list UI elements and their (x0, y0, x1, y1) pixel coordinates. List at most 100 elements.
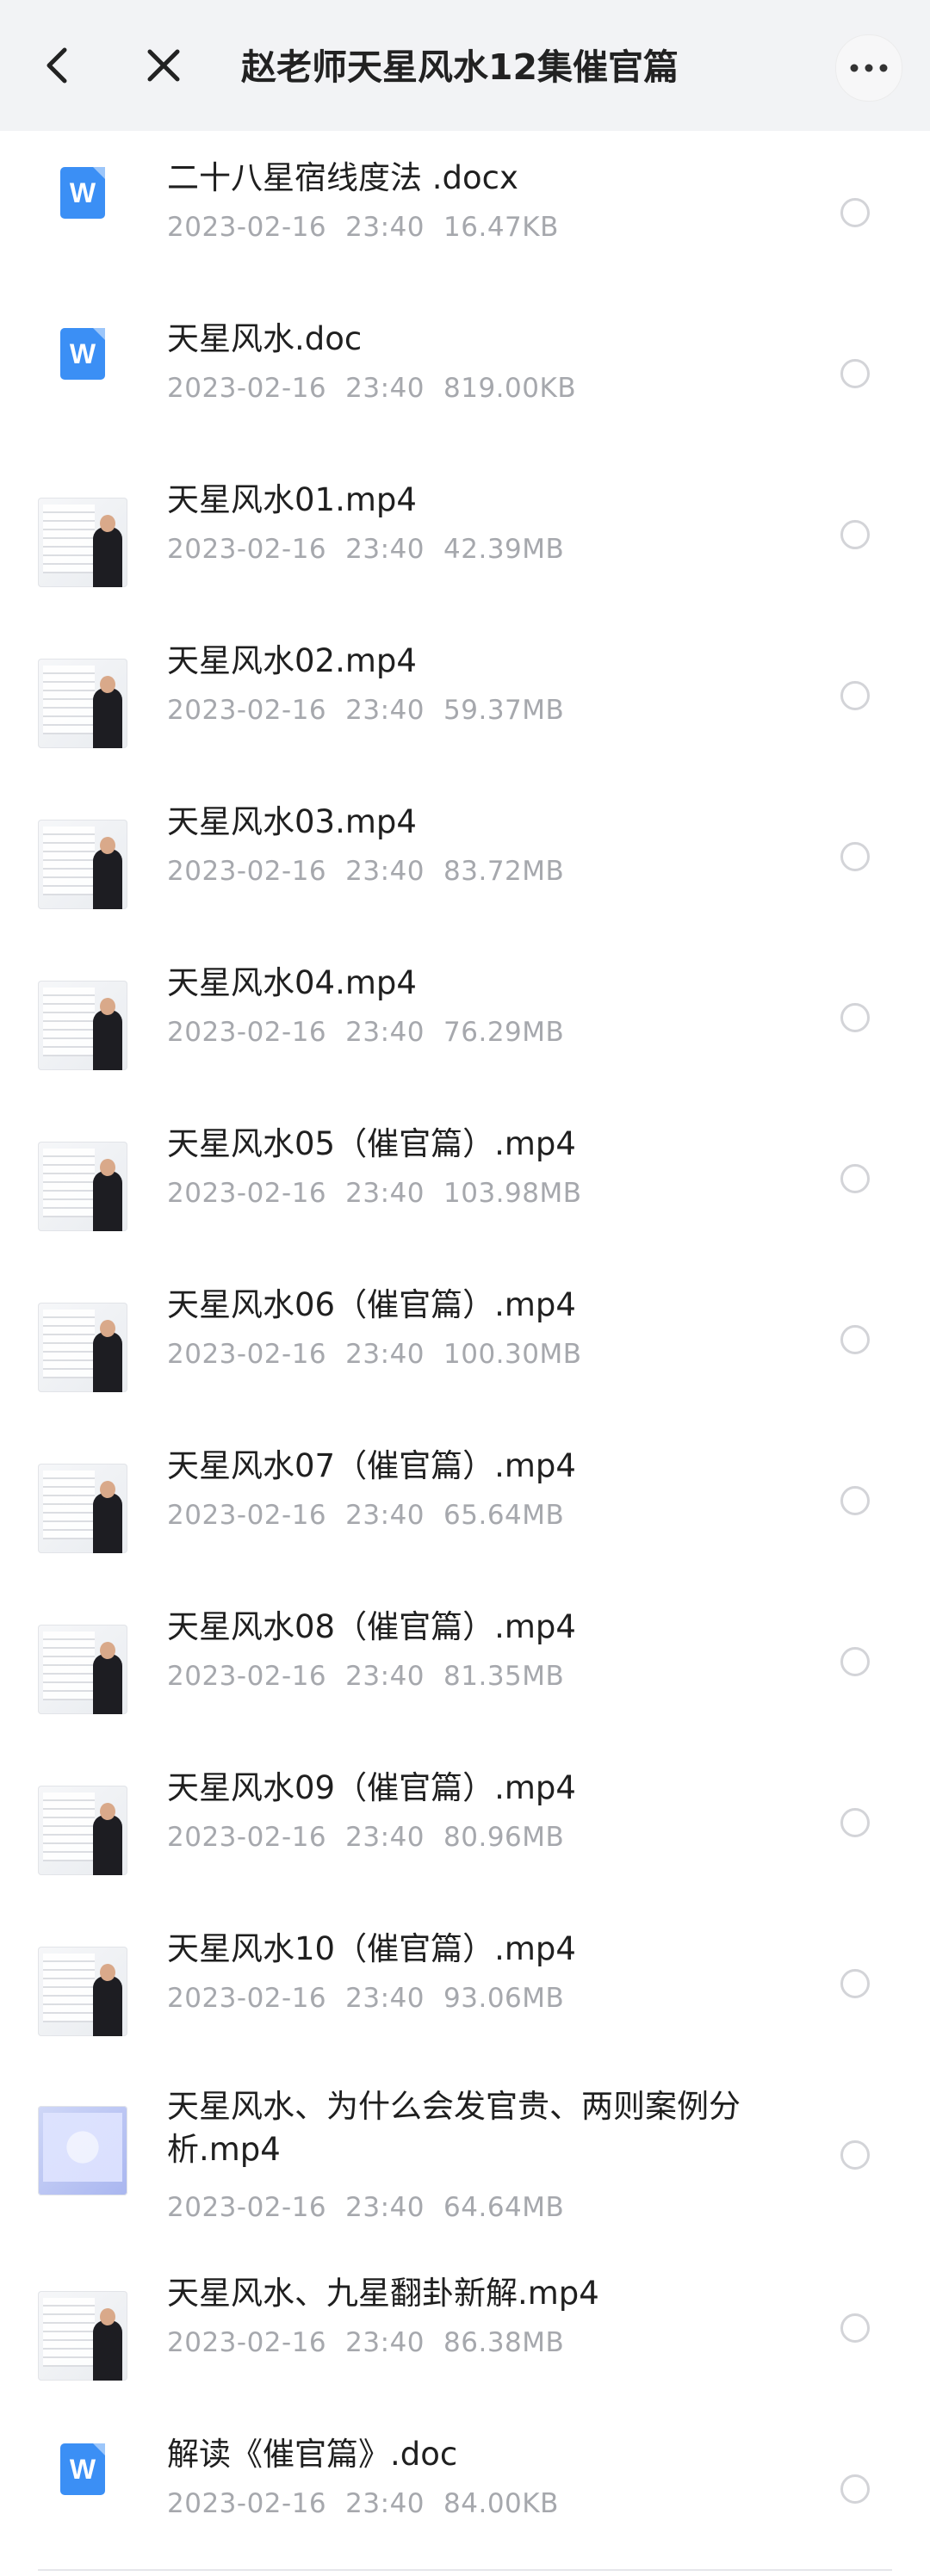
video-thumbnail (38, 659, 127, 748)
select-radio[interactable] (840, 1486, 870, 1515)
file-meta: 2023-02-16 23:40 83.72MB (167, 854, 564, 889)
select-radio[interactable] (840, 681, 870, 710)
file-name: 解读《催官篇》.doc (167, 2436, 458, 2473)
video-thumbnail (38, 498, 127, 587)
select-radio[interactable] (840, 842, 870, 871)
select-radio[interactable] (840, 520, 870, 549)
file-meta: 2023-02-16 23:40 42.39MB (167, 532, 564, 567)
file-date: 2023-02-16 (167, 2192, 327, 2223)
file-name: 天星风水05（催官篇）.mp4 (167, 1125, 576, 1162)
video-thumbnail (38, 981, 127, 1070)
select-radio[interactable] (840, 1647, 870, 1676)
file-size: 819.00KB (443, 373, 577, 404)
select-radio[interactable] (840, 359, 870, 388)
file-size: 76.29MB (443, 1017, 565, 1048)
close-icon (147, 49, 180, 82)
file-meta: 2023-02-16 23:40 819.00KB (167, 371, 576, 406)
file-row[interactable]: 天星风水07（催官篇）.mp4 2023-02-16 23:40 65.64MB (0, 1419, 930, 1580)
file-meta: 2023-02-16 23:40 103.98MB (167, 1176, 582, 1211)
file-name: 天星风水08（催官篇）.mp4 (167, 1608, 576, 1645)
file-row[interactable]: 天星风水、九星翻卦新解.mp4 2023-02-16 23:40 86.38MB (0, 2246, 930, 2407)
video-thumbnail (38, 1625, 127, 1714)
file-list: W 二十八星宿线度法 .docx 2023-02-16 23:40 16.47KB W 天星… (0, 131, 930, 2568)
file-row[interactable]: 天星风水09（催官篇）.mp4 2023-02-16 23:40 80.96MB (0, 1741, 930, 1902)
file-size: 100.30MB (443, 1339, 582, 1370)
video-thumbnail (38, 1142, 127, 1231)
file-row[interactable]: 天星风水10（催官篇）.mp4 2023-02-16 23:40 93.06MB (0, 1902, 930, 2063)
file-name: 天星风水、九星翻卦新解.mp4 (167, 2275, 599, 2312)
file-size: 16.47KB (443, 212, 559, 243)
file-row[interactable]: 天星风水06（催官篇）.mp4 2023-02-16 23:40 100.30MB (0, 1258, 930, 1419)
video-thumbnail (38, 820, 127, 909)
file-row[interactable]: W 二十八星宿线度法 .docx 2023-02-16 23:40 16.47KB (0, 131, 930, 292)
file-size: 42.39MB (443, 534, 565, 565)
file-date: 2023-02-16 (167, 1339, 327, 1370)
file-meta: 2023-02-16 23:40 65.64MB (167, 1498, 564, 1533)
word-doc-icon: W (38, 2424, 127, 2514)
file-size: 81.35MB (443, 1661, 565, 1692)
file-time: 23:40 (345, 1983, 425, 2014)
file-name: 天星风水01.mp4 (167, 481, 417, 518)
select-radio[interactable] (840, 1969, 870, 1998)
word-doc-icon: W (38, 309, 127, 399)
file-meta: 2023-02-16 23:40 16.47KB (167, 210, 559, 245)
file-meta: 2023-02-16 23:40 80.96MB (167, 1820, 564, 1855)
file-row[interactable]: 天星风水03.mp4 2023-02-16 23:40 83.72MB (0, 775, 930, 936)
page-title: 赵老师天星风水12集催官篇 (241, 46, 679, 88)
file-name: 天星风水、为什么会发官贵、两则案例分析.mp4 (167, 2088, 741, 2168)
file-row[interactable]: 天星风水08（催官篇）.mp4 2023-02-16 23:40 81.35MB (0, 1580, 930, 1741)
select-radio[interactable] (840, 1003, 870, 1032)
top-bar: 赵老师天星风水12集催官篇 (0, 0, 930, 131)
file-row[interactable]: 天星风水05（催官篇）.mp4 2023-02-16 23:40 103.98MB (0, 1097, 930, 1258)
video-thumbnail (38, 1464, 127, 1553)
file-date: 2023-02-16 (167, 212, 327, 243)
file-date: 2023-02-16 (167, 856, 327, 887)
file-row[interactable]: 天星风水、为什么会发官贵、两则案例分析.mp4 2023-02-16 23:40 64… (0, 2063, 930, 2246)
file-size: 84.00KB (443, 2488, 559, 2519)
file-size: 86.38MB (443, 2327, 565, 2358)
file-row[interactable]: W 天星风水.doc 2023-02-16 23:40 819.00KB (0, 292, 930, 453)
chevron-left-icon (46, 47, 67, 84)
select-radio[interactable] (840, 198, 870, 227)
file-date: 2023-02-16 (167, 2327, 327, 2358)
file-meta: 2023-02-16 23:40 64.64MB (167, 2190, 564, 2225)
select-radio[interactable] (840, 2474, 870, 2504)
file-meta: 2023-02-16 23:40 100.30MB (167, 1337, 582, 1372)
file-name: 天星风水10（催官篇）.mp4 (167, 1930, 576, 1967)
file-size: 64.64MB (443, 2192, 565, 2223)
file-row[interactable]: W 解读《催官篇》.doc 2023-02-16 23:40 84.00KB (0, 2407, 930, 2568)
file-size: 103.98MB (443, 1178, 582, 1209)
file-name: 天星风水02.mp4 (167, 642, 417, 679)
file-time: 23:40 (345, 2192, 425, 2223)
select-radio[interactable] (840, 1164, 870, 1193)
file-name: 二十八星宿线度法 .docx (167, 159, 518, 196)
file-time: 23:40 (345, 534, 425, 565)
select-radio[interactable] (840, 2313, 870, 2343)
file-date: 2023-02-16 (167, 1500, 327, 1531)
file-date: 2023-02-16 (167, 1822, 327, 1853)
select-radio[interactable] (840, 2140, 870, 2170)
file-name: 天星风水.doc (167, 320, 363, 357)
file-meta: 2023-02-16 23:40 81.35MB (167, 1659, 564, 1694)
file-date: 2023-02-16 (167, 534, 327, 565)
file-row[interactable]: 天星风水02.mp4 2023-02-16 23:40 59.37MB (0, 614, 930, 775)
video-thumbnail (38, 2291, 127, 2381)
video-thumbnail (38, 1303, 127, 1392)
file-size: 83.72MB (443, 856, 565, 887)
more-button[interactable] (835, 34, 902, 102)
file-row[interactable]: 天星风水04.mp4 2023-02-16 23:40 76.29MB (0, 936, 930, 1097)
file-meta: 2023-02-16 23:40 84.00KB (167, 2486, 559, 2521)
video-thumbnail (38, 1947, 127, 2036)
file-meta: 2023-02-16 23:40 86.38MB (167, 2325, 564, 2360)
file-time: 23:40 (345, 1822, 425, 1853)
close-button[interactable] (138, 40, 189, 91)
more-dots-icon (850, 64, 888, 72)
select-radio[interactable] (840, 1325, 870, 1354)
back-button[interactable] (31, 40, 83, 91)
file-time: 23:40 (345, 1500, 425, 1531)
file-name: 天星风水07（催官篇）.mp4 (167, 1447, 576, 1484)
select-radio[interactable] (840, 1808, 870, 1837)
file-size: 65.64MB (443, 1500, 565, 1531)
file-row[interactable]: 天星风水01.mp4 2023-02-16 23:40 42.39MB (0, 453, 930, 614)
divider (38, 2569, 892, 2571)
